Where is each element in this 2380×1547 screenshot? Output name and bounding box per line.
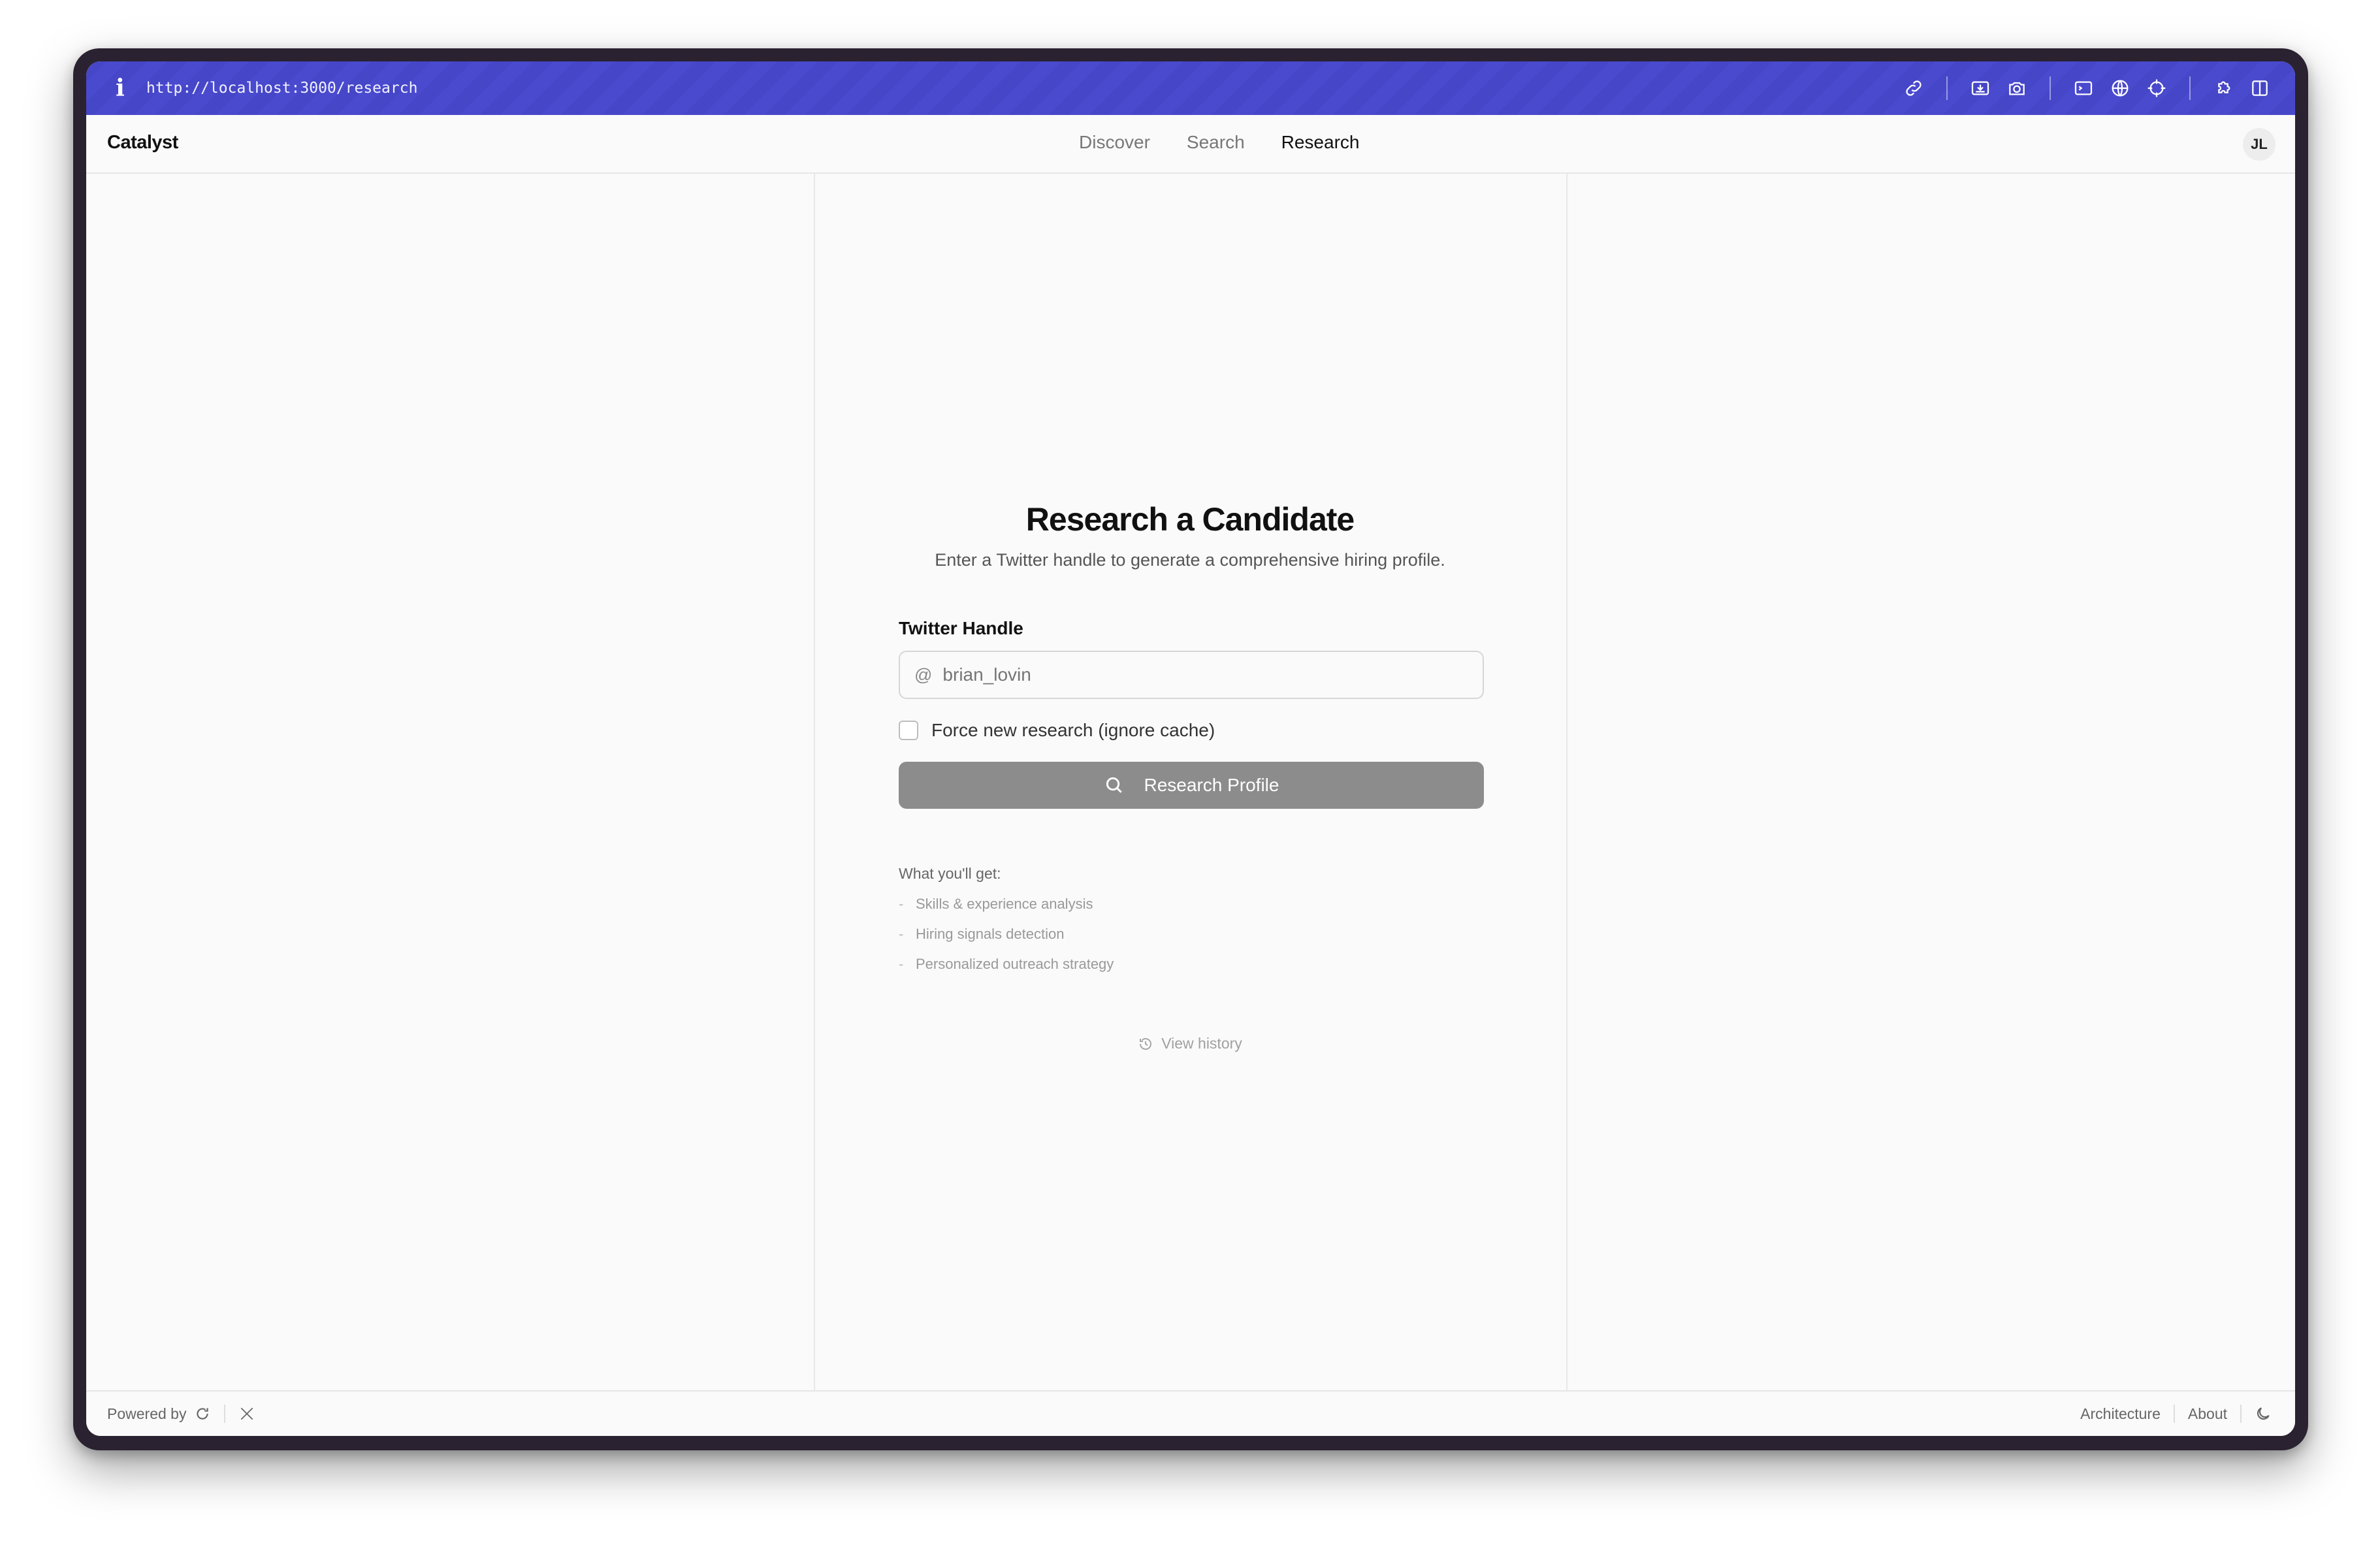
toolbar-divider (2189, 76, 2191, 100)
force-research-label[interactable]: Force new research (ignore cache) (931, 720, 1215, 741)
features-list: What you'll get: - Skills & experience an… (899, 865, 1484, 973)
app-header: Catalyst Discover Search Research JL (86, 115, 2295, 174)
main-nav: Discover Search Research (1079, 132, 1396, 153)
powered-by-label: Powered by (107, 1405, 187, 1422)
refresh-logo-icon[interactable] (194, 1405, 211, 1422)
puzzle-icon[interactable] (2205, 70, 2242, 106)
download-icon[interactable] (1962, 70, 1999, 106)
brand-logo[interactable]: Catalyst (107, 132, 178, 154)
footer: Powered by Architecture About (86, 1390, 2295, 1436)
content-area: Research a Candidate Enter a Twitter han… (86, 174, 2295, 1390)
screen: i http://localhost:3000/research Catalys… (86, 61, 2295, 1436)
device-frame: i http://localhost:3000/research Catalys… (73, 48, 2308, 1450)
footer-right: Architecture About (2080, 1405, 2272, 1423)
link-icon[interactable] (1895, 70, 1932, 106)
info-icon[interactable]: i (106, 74, 135, 102)
twitter-handle-field[interactable]: @ (899, 651, 1484, 699)
x-logo-icon[interactable] (238, 1405, 255, 1422)
toolbar-divider (1946, 76, 1948, 100)
page-subtitle: Enter a Twitter handle to generate a com… (935, 550, 1445, 570)
twitter-handle-label: Twitter Handle (899, 618, 1023, 638)
research-form: Twitter Handle @ Force new research (ign… (899, 618, 1484, 973)
footer-left: Powered by (107, 1405, 255, 1423)
page-title: Research a Candidate (1025, 501, 1355, 538)
footer-link-architecture[interactable]: Architecture (2080, 1405, 2161, 1423)
view-history-label[interactable]: View history (1161, 1035, 1242, 1052)
force-research-checkbox[interactable] (899, 721, 918, 740)
globe-icon[interactable] (2102, 70, 2138, 106)
nav-search[interactable]: Search (1187, 132, 1245, 153)
column-divider (1566, 174, 1568, 1390)
at-symbol-icon: @ (914, 664, 933, 685)
footer-divider (2173, 1405, 2175, 1423)
features-title: What you'll get: (899, 865, 1001, 882)
footer-link-about[interactable]: About (2188, 1405, 2227, 1423)
url-text[interactable]: http://localhost:3000/research (146, 80, 417, 97)
avatar[interactable]: JL (2243, 128, 2275, 161)
force-research-row[interactable]: Force new research (ignore cache) (899, 720, 1484, 741)
list-item: - Hiring signals detection (899, 926, 1065, 942)
moon-icon[interactable] (2255, 1405, 2272, 1422)
twitter-handle-input[interactable] (942, 664, 1453, 685)
crosshair-icon[interactable] (2138, 70, 2175, 106)
toolbar-divider (2050, 76, 2051, 100)
terminal-icon[interactable] (2065, 70, 2102, 106)
research-profile-label: Research Profile (1144, 775, 1279, 795)
nav-discover[interactable]: Discover (1079, 132, 1150, 153)
view-history-link[interactable]: View history (814, 1035, 1566, 1052)
list-item: - Skills & experience analysis (899, 896, 1093, 912)
url-bar: i http://localhost:3000/research (86, 61, 2295, 115)
research-profile-button[interactable]: Research Profile (899, 762, 1484, 809)
list-item: - Personalized outreach strategy (899, 956, 1114, 972)
split-view-icon[interactable] (2242, 70, 2278, 106)
search-icon (1106, 777, 1122, 793)
camera-icon[interactable] (1999, 70, 2035, 106)
footer-divider (2240, 1405, 2242, 1423)
footer-divider (224, 1405, 226, 1423)
url-tools (1895, 61, 2278, 115)
nav-research[interactable]: Research (1281, 132, 1360, 153)
history-icon (1140, 1037, 1152, 1050)
research-panel: Research a Candidate Enter a Twitter han… (814, 174, 1566, 1390)
